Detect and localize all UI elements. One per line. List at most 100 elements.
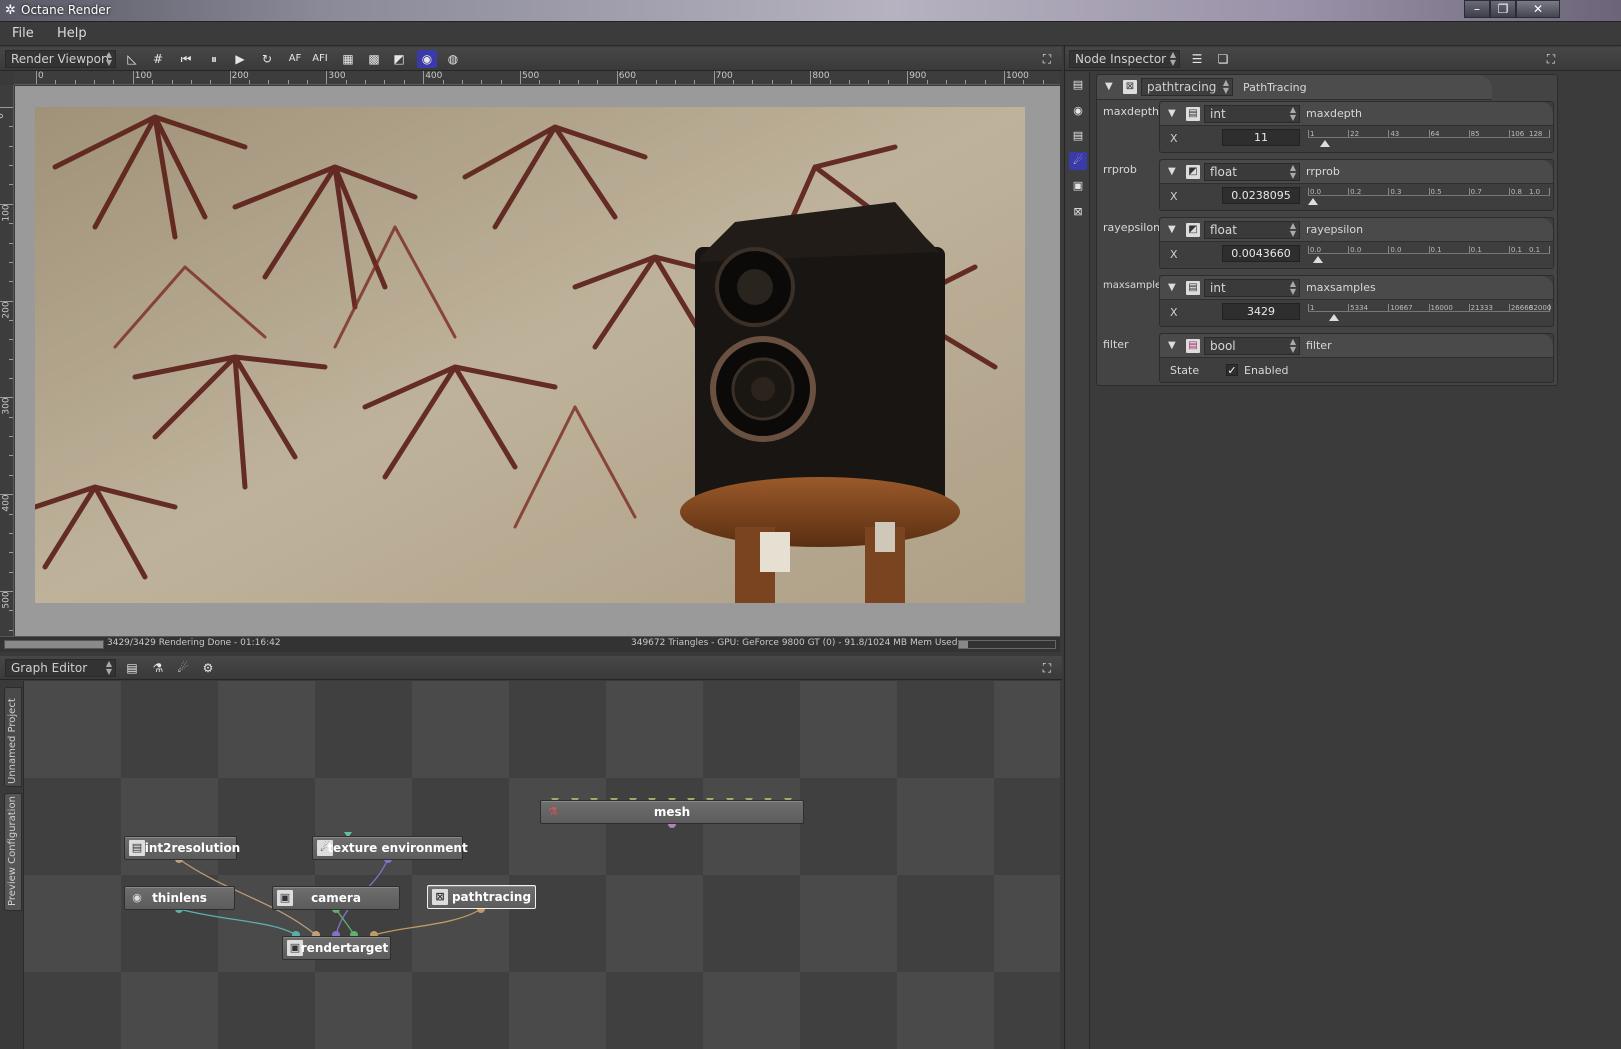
graph-panel-select[interactable]: Graph Editor ▲ ▼	[5, 659, 116, 677]
node-pathtracing[interactable]: ⊠ pathtracing	[427, 885, 536, 909]
maximize-graph-icon[interactable]: ⛶	[1037, 659, 1057, 677]
expand-all-icon[interactable]: ❏	[1213, 50, 1233, 68]
kernel-icon[interactable]: ⊠	[1069, 203, 1087, 221]
slider-tick-label: 0.0	[1390, 246, 1402, 254]
collapse-triangle-icon[interactable]: ▼	[1168, 340, 1176, 351]
tab-unnamed-project[interactable]: Unnamed Project	[4, 687, 22, 787]
viewport-panel-select[interactable]: Render Viewport ▲ ▼	[5, 50, 116, 68]
slider-tick-label: 1	[1310, 130, 1315, 138]
ruler-tick	[55, 80, 57, 84]
param-maxdepth-value-input[interactable]: 11	[1222, 129, 1300, 146]
close-button[interactable]: ✕	[1516, 0, 1560, 18]
collapse-triangle-icon[interactable]: ▼	[1105, 81, 1113, 92]
param-maxsamples-type-select[interactable]: int ▲ ▼	[1204, 279, 1300, 297]
param-maxdepth-label: maxdepth	[1306, 107, 1362, 120]
lock-camera-icon[interactable]: ◉	[417, 50, 437, 68]
slider-tick	[1468, 304, 1470, 311]
collapse-triangle-icon[interactable]: ▼	[1168, 108, 1176, 119]
param-maxdepth-slider[interactable]: 1 22 43 64 85 106 128	[1308, 130, 1550, 148]
grid-icon[interactable]: #	[148, 50, 168, 68]
autofocus-button[interactable]: AF	[285, 50, 305, 68]
slider-thumb[interactable]	[1328, 314, 1339, 321]
render-image[interactable]	[35, 107, 1025, 603]
region-icon[interactable]: ▦	[338, 50, 358, 68]
ruler-tick	[9, 436, 13, 438]
menu-help[interactable]: Help	[57, 26, 87, 41]
inspector-panel-label: Node Inspector	[1075, 52, 1167, 66]
load-mesh-icon[interactable]: ⚗	[148, 659, 168, 677]
render-settings-icon[interactable]: ⚙	[198, 659, 218, 677]
slider-tick-label: 64	[1430, 130, 1440, 138]
node-name-field[interactable]: pathtracing ▲ ▼	[1141, 78, 1233, 96]
image-icon[interactable]: ▣	[1069, 177, 1087, 195]
param-rayepsilon-value-input[interactable]: 0.0043660	[1222, 245, 1300, 262]
param-type-text: int	[1210, 281, 1226, 295]
ruler-tick	[9, 571, 13, 573]
ruler-tick	[423, 71, 425, 84]
node-mesh[interactable]: ⚗ mesh	[540, 800, 804, 824]
ruler-left-label: 100	[1, 204, 12, 222]
checker-icon[interactable]: ▩	[364, 50, 384, 68]
param-rrprob-slider[interactable]: 0.0 0.2 0.3 0.5 0.7 0.8 1.0	[1307, 188, 1550, 206]
ruler-top: 0 100 200 300 400 500 600 700 800 900 1000	[14, 71, 1060, 85]
refresh-icon[interactable]: ↻	[257, 50, 277, 68]
maximize-viewport-icon[interactable]: ⛶	[1037, 50, 1057, 68]
param-maxsamples-value-input[interactable]: 3429	[1222, 303, 1300, 320]
collapse-triangle-icon[interactable]: ▼	[1168, 224, 1176, 235]
render-progress-bar	[4, 640, 104, 649]
node-thinlens[interactable]: ◉ thinlens	[124, 886, 235, 910]
add-node-icon[interactable]: ▤	[122, 659, 142, 677]
restore-button[interactable]: ❐	[1490, 0, 1516, 18]
ruler-tick	[307, 80, 309, 84]
param-filter-type-select[interactable]: bool ▲ ▼	[1204, 337, 1300, 355]
param-rrprob-value-input[interactable]: 0.0238095	[1222, 187, 1300, 204]
slider-tick	[1388, 130, 1390, 137]
ruler-tick	[771, 80, 773, 84]
param-maxdepth-type-select[interactable]: int ▲ ▼	[1204, 105, 1300, 123]
slider-tick	[1508, 130, 1510, 137]
collapse-all-icon[interactable]: ☰	[1187, 50, 1207, 68]
maximize-inspector-icon[interactable]: ⛶	[1541, 50, 1561, 68]
param-rayepsilon-slider[interactable]: 0.0 0.0 0.0 0.1 0.1 0.1 0.1	[1308, 246, 1550, 264]
node-int2resolution[interactable]: ▤ int2resolution	[124, 836, 240, 860]
node-texture-environment[interactable]: ☄ texture environment	[312, 836, 468, 860]
pick-focus-icon[interactable]: ◺	[122, 50, 142, 68]
environment-icon[interactable]: ☄	[1069, 152, 1087, 170]
ruler-tick	[849, 80, 851, 84]
autofocus-image-button[interactable]: AFI	[310, 50, 330, 68]
play-icon[interactable]: ▶	[230, 50, 250, 68]
menu-file[interactable]: File	[12, 26, 34, 41]
param-rayepsilon-type-select[interactable]: float ▲ ▼	[1204, 221, 1300, 239]
load-environment-icon[interactable]: ☄	[173, 659, 193, 677]
node-graph-canvas[interactable]: ⚗ mesh ▤ int2resolution ☄ texture enviro…	[24, 681, 1060, 1049]
filter-enabled-checkbox[interactable]: ✓	[1226, 364, 1238, 376]
split-view-icon[interactable]: ◩	[389, 50, 409, 68]
param-maxsamples-slider[interactable]: 1 5334 10667 16000 21333 26666 32000	[1308, 304, 1551, 322]
resolution-icon[interactable]: ▤	[1069, 127, 1087, 145]
ruler-tick	[461, 80, 463, 84]
ruler-left-label: 400	[1, 494, 12, 512]
node-camera[interactable]: ▣ camera	[272, 886, 400, 910]
slider-tick-label: 1	[1310, 304, 1315, 312]
minimize-button[interactable]: –	[1464, 0, 1490, 18]
node-rendertarget[interactable]: ▣ rendertarget	[282, 936, 391, 960]
world-icon[interactable]: ◍	[443, 50, 463, 68]
inspector-panel-select[interactable]: Node Inspector ▲ ▼	[1069, 50, 1180, 68]
restart-icon[interactable]: ⏮	[176, 50, 196, 68]
ruler-tick	[74, 80, 76, 84]
slider-thumb[interactable]	[1319, 140, 1330, 147]
tab-preview-configuration[interactable]: Preview Configuration	[4, 793, 22, 911]
ruler-tick	[229, 71, 231, 84]
node-icon[interactable]: ▤	[1069, 76, 1087, 94]
slider-tick	[1428, 188, 1430, 195]
param-rrprob-type-select[interactable]: float ▲ ▼	[1204, 163, 1300, 181]
ruler-tick	[9, 184, 13, 186]
slider-thumb[interactable]	[1312, 256, 1323, 263]
collapse-triangle-icon[interactable]: ▼	[1168, 166, 1176, 177]
camera-icon[interactable]: ◉	[1069, 102, 1087, 120]
collapse-triangle-icon[interactable]: ▼	[1168, 282, 1176, 293]
pause-icon[interactable]: ⏸	[204, 50, 224, 68]
slider-tick-label: 0.5	[1430, 188, 1442, 196]
slider-thumb[interactable]	[1307, 198, 1318, 205]
ruler-tick	[791, 80, 793, 84]
